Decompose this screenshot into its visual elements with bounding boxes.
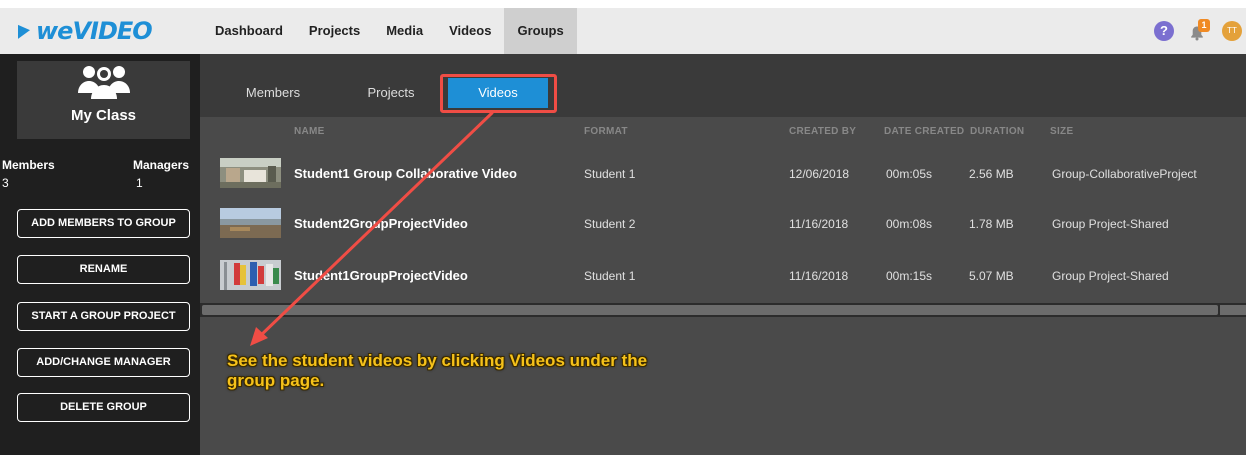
column-header-format[interactable]: FORMAT	[584, 126, 628, 137]
help-icon[interactable]: ?	[1154, 21, 1174, 41]
group-content: Members Projects Videos NAME FORMAT CREA…	[200, 54, 1246, 455]
managers-label: Managers	[133, 158, 190, 172]
column-header-created-by[interactable]: CREATED BY	[789, 126, 856, 137]
group-card: My Class	[17, 61, 190, 139]
scrollbar-end	[1220, 305, 1246, 315]
size: 5.07 MB	[969, 269, 1014, 283]
table-row[interactable]: Student1 Group Collaborative Video Stude…	[200, 149, 1246, 199]
add-members-button[interactable]: ADD MEMBERS TO GROUP	[17, 209, 190, 238]
notifications-button[interactable]: 1	[1186, 19, 1210, 43]
size: 1.78 MB	[969, 217, 1014, 231]
members-count: 3	[2, 176, 9, 190]
tutorial-annotation: See the student videos by clicking Video…	[227, 351, 648, 390]
callout-highlight-box	[440, 74, 557, 113]
managers-stat: Managers 1	[133, 158, 189, 190]
video-thumbnail	[220, 260, 281, 290]
top-right-controls: ? 1 TT	[1154, 8, 1246, 54]
group-users-icon	[78, 66, 130, 99]
rename-button[interactable]: RENAME	[17, 255, 190, 284]
column-header-duration[interactable]: DURATION	[970, 126, 1024, 137]
tab-projects[interactable]: Projects	[346, 78, 436, 108]
created-by: Student 1	[584, 167, 636, 181]
project-name: Group-CollaborativeProject	[1052, 167, 1197, 181]
video-name[interactable]: Student2GroupProjectVideo	[294, 199, 468, 249]
column-header-size[interactable]: SIZE	[1050, 126, 1073, 137]
nav-projects[interactable]: Projects	[296, 8, 373, 54]
notification-badge: 1	[1198, 19, 1210, 32]
managers-count: 1	[136, 176, 143, 190]
column-header-date-created[interactable]: DATE CREATED	[884, 126, 964, 137]
tab-members[interactable]: Members	[228, 78, 318, 108]
scrollbar-thumb[interactable]	[202, 305, 1218, 315]
nav-groups[interactable]: Groups	[504, 8, 577, 54]
video-name[interactable]: Student1 Group Collaborative Video	[294, 149, 517, 199]
user-avatar[interactable]: TT	[1222, 21, 1242, 41]
size: 2.56 MB	[969, 167, 1014, 181]
duration: 00m:08s	[886, 217, 933, 231]
video-thumbnail	[220, 208, 281, 238]
add-change-manager-button[interactable]: ADD/CHANGE MANAGER	[17, 348, 190, 377]
duration: 00m:15s	[886, 269, 933, 283]
group-tabs: Members Projects Videos	[200, 54, 1246, 117]
delete-group-button[interactable]: DELETE GROUP	[17, 393, 190, 422]
main-nav: Dashboard Projects Media Videos Groups	[202, 8, 577, 54]
project-name: Group Project-Shared	[1052, 217, 1169, 231]
nav-media[interactable]: Media	[373, 8, 436, 54]
table-row[interactable]: Student2GroupProjectVideo Student 2 11/1…	[200, 199, 1246, 249]
members-stat: Members 3	[2, 158, 55, 190]
nav-dashboard[interactable]: Dashboard	[202, 8, 296, 54]
video-thumbnail	[220, 158, 281, 188]
duration: 00m:05s	[886, 167, 933, 181]
play-icon	[18, 23, 30, 39]
top-navigation-bar: weVIDEO Dashboard Projects Media Videos …	[0, 8, 1246, 54]
logo-text: weVIDEO	[36, 17, 153, 45]
date-created: 12/06/2018	[789, 167, 850, 181]
table-row[interactable]: Student1GroupProjectVideo Student 1 11/1…	[200, 251, 1246, 301]
group-sidebar: My Class Members 3 Managers 1 ADD MEMBER…	[0, 54, 200, 455]
created-by: Student 2	[584, 217, 636, 231]
date-created: 11/16/2018	[789, 269, 849, 283]
group-name: My Class	[70, 107, 137, 124]
wevideo-logo[interactable]: weVIDEO	[18, 16, 153, 46]
members-label: Members	[2, 158, 55, 172]
column-header-name[interactable]: NAME	[294, 126, 325, 137]
horizontal-scrollbar[interactable]	[200, 303, 1246, 317]
start-group-project-button[interactable]: START A GROUP PROJECT	[17, 302, 190, 331]
created-by: Student 1	[584, 269, 636, 283]
nav-videos[interactable]: Videos	[436, 8, 504, 54]
project-name: Group Project-Shared	[1052, 269, 1169, 283]
video-name[interactable]: Student1GroupProjectVideo	[294, 251, 468, 301]
date-created: 11/16/2018	[789, 217, 849, 231]
